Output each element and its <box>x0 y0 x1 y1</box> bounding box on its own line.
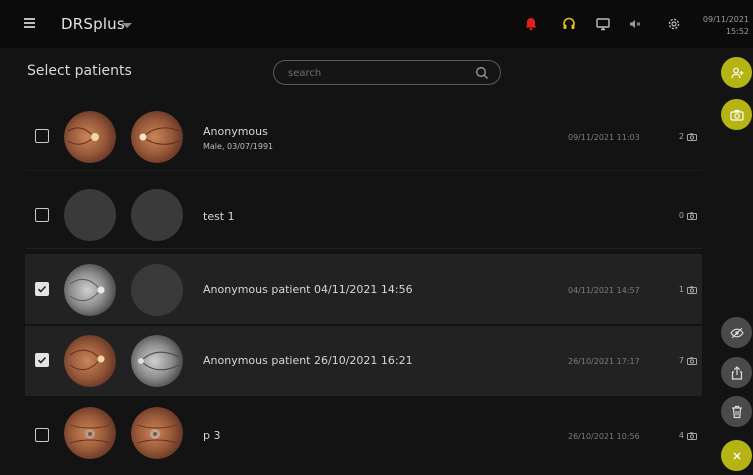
image-count: 0 <box>679 211 697 220</box>
image-count: 1 <box>679 285 697 294</box>
hide-button[interactable] <box>721 317 752 348</box>
checkmark-icon <box>37 356 47 364</box>
app-title: DRSplus <box>61 15 125 33</box>
camera-icon <box>687 132 697 141</box>
share-button[interactable] <box>721 357 752 388</box>
fundus-thumbnail[interactable] <box>131 407 183 459</box>
row-checkbox[interactable] <box>35 129 49 143</box>
patient-date: 09/11/2021 11:03 <box>568 133 640 142</box>
patient-row-selected[interactable]: Anonymous patient 04/11/2021 14:56 04/11… <box>25 254 702 324</box>
share-icon <box>731 365 742 380</box>
app-dropdown-caret-icon[interactable] <box>122 23 132 28</box>
capture-button[interactable] <box>721 99 752 130</box>
search-input[interactable] <box>288 65 468 81</box>
image-count-value: 4 <box>678 431 684 440</box>
top-bar: DRSplus 09/11/2021 15:52 <box>0 0 753 48</box>
camera-icon <box>687 285 697 294</box>
image-count-value: 7 <box>678 356 684 365</box>
camera-icon <box>687 356 697 365</box>
search-box[interactable] <box>273 60 501 85</box>
row-checkbox[interactable] <box>35 428 49 442</box>
clock: 09/11/2021 15:52 <box>703 14 749 38</box>
patient-row[interactable]: p 3 26/10/2021 10:56 4 <box>25 400 702 470</box>
image-count: 7 <box>679 356 697 365</box>
patient-name: test 1 <box>203 210 235 223</box>
patient-row-selected[interactable]: Anonymous patient 26/10/2021 16:21 26/10… <box>25 326 702 396</box>
image-count: 4 <box>679 431 697 440</box>
alarm-bell-icon[interactable] <box>523 16 539 32</box>
empty-thumbnail[interactable] <box>131 189 183 241</box>
image-count-value: 0 <box>678 211 684 220</box>
patient-info: Male, 03/07/1991 <box>203 142 274 151</box>
menu-icon[interactable] <box>24 18 35 28</box>
patient-row[interactable]: Anonymous Male, 03/07/1991 09/11/2021 11… <box>25 101 702 171</box>
fundus-thumbnail[interactable] <box>64 335 116 387</box>
patient-name: Anonymous patient 04/11/2021 14:56 <box>203 283 413 296</box>
add-patient-button[interactable] <box>721 57 752 88</box>
patient-name: p 3 <box>203 429 221 442</box>
fundus-thumbnail[interactable] <box>64 111 116 163</box>
image-count-value: 2 <box>678 132 684 141</box>
camera-icon <box>729 109 744 121</box>
hide-eye-icon <box>729 327 744 338</box>
headset-icon[interactable] <box>561 16 577 32</box>
row-checkbox-checked[interactable] <box>35 353 49 367</box>
patient-name: Anonymous patient 26/10/2021 16:21 <box>203 354 413 367</box>
fundus-thumbnail[interactable] <box>64 407 116 459</box>
empty-thumbnail[interactable] <box>131 264 183 316</box>
empty-thumbnail[interactable] <box>64 189 116 241</box>
close-selection-button[interactable] <box>721 440 752 471</box>
add-patient-icon <box>730 67 743 78</box>
trash-icon <box>731 405 742 418</box>
patient-date: 26/10/2021 17:17 <box>568 357 640 366</box>
page-title: Select patients <box>27 63 132 79</box>
delete-button[interactable] <box>721 396 752 427</box>
image-count-value: 1 <box>678 285 684 294</box>
camera-icon <box>687 211 697 220</box>
settings-gear-icon[interactable] <box>666 16 682 32</box>
row-checkbox[interactable] <box>35 208 49 222</box>
fundus-thumbnail[interactable] <box>64 264 116 316</box>
camera-icon <box>687 431 697 440</box>
clock-time: 15:52 <box>725 27 749 36</box>
row-checkbox-checked[interactable] <box>35 282 49 296</box>
mute-icon[interactable] <box>627 16 643 32</box>
image-count: 2 <box>679 132 697 141</box>
patient-date: 26/10/2021 10:56 <box>568 432 640 441</box>
fundus-thumbnail[interactable] <box>131 111 183 163</box>
patient-date: 04/11/2021 14:57 <box>568 286 640 295</box>
close-icon <box>733 452 740 459</box>
checkmark-icon <box>37 285 47 293</box>
patient-name: Anonymous <box>203 125 268 138</box>
clock-date: 09/11/2021 <box>702 15 749 24</box>
fundus-thumbnail[interactable] <box>131 335 183 387</box>
patient-row[interactable]: test 1 0 <box>25 179 702 249</box>
search-icon[interactable] <box>475 66 489 80</box>
monitor-icon[interactable] <box>595 16 611 32</box>
